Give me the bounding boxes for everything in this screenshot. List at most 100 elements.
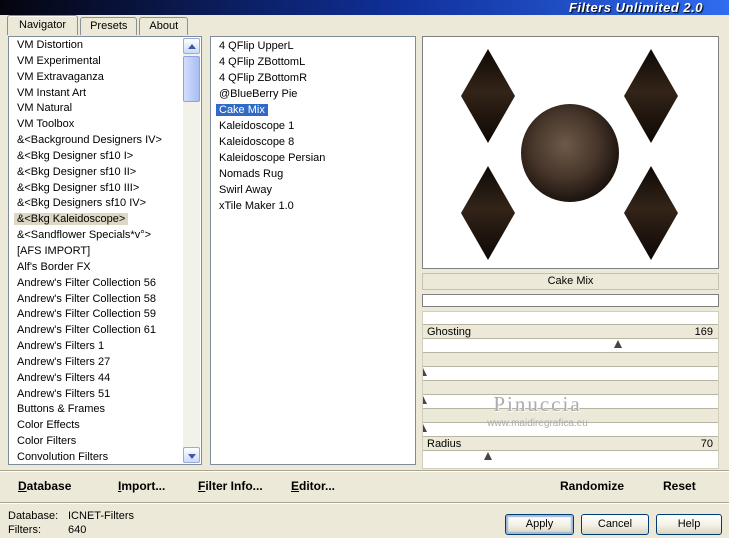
category-label: &<Background Designers IV> <box>17 134 162 147</box>
command-label: atabase <box>26 479 72 493</box>
category-list-item[interactable]: &<Bkg Designers sf10 IV> <box>10 196 183 212</box>
category-list-item[interactable]: &<Bkg Designer sf10 III> <box>10 181 183 197</box>
category-label: Andrew's Filter Collection 59 <box>17 308 157 321</box>
command-label: ilter Info... <box>205 479 263 493</box>
filter-label: @BlueBerry Pie <box>219 88 298 100</box>
category-label: Andrew's Filter Collection 61 <box>17 324 157 337</box>
filter-label: 4 QFlip ZBottomR <box>219 72 308 84</box>
category-list-item[interactable]: Convolution Filters <box>10 450 183 463</box>
param-slider-thumb[interactable] <box>423 368 427 376</box>
cancel-button[interactable]: Cancel <box>581 514 649 535</box>
status-database-value: ICNET-Filters <box>68 510 134 522</box>
scrollbar-thumb[interactable] <box>183 56 200 102</box>
param-label-bar <box>423 380 718 395</box>
filter-label: Kaleidoscope 1 <box>219 120 295 132</box>
scrollbar-down-button[interactable] <box>183 447 200 463</box>
tab-presets[interactable]: Presets <box>80 17 138 35</box>
category-list-item[interactable]: Andrew's Filters 27 <box>10 355 183 371</box>
param-slider-track[interactable] <box>423 395 718 408</box>
filter-list-item[interactable]: 4 QFlip ZBottomR <box>212 70 414 86</box>
category-list-item[interactable]: [AFS IMPORT] <box>10 244 183 260</box>
category-list-item[interactable]: VM Distortion <box>10 38 183 54</box>
category-list-item[interactable]: VM Experimental <box>10 54 183 70</box>
filter-list-item[interactable]: 4 QFlip ZBottomL <box>212 54 414 70</box>
category-list-item[interactable]: VM Toolbox <box>10 117 183 133</box>
command-label: ditor... <box>299 479 336 493</box>
category-list-item[interactable]: Andrew's Filter Collection 59 <box>10 307 183 323</box>
command-bar: Database Import... Filter Info... Editor...… <box>0 472 729 502</box>
command-item[interactable]: Database <box>18 479 71 493</box>
filter-list-item[interactable]: 4 QFlip UpperL <box>212 38 414 54</box>
category-list-item[interactable]: &<Sandflower Specials*v°> <box>10 228 183 244</box>
category-list-item[interactable]: Andrew's Filter Collection 58 <box>10 292 183 308</box>
preview-pane[interactable] <box>422 36 719 269</box>
command-label: Reset <box>663 479 696 493</box>
category-list-item[interactable]: Color Effects <box>10 418 183 434</box>
param-row: Radius 70 <box>423 436 718 464</box>
filter-list-item[interactable]: Cake Mix <box>212 102 414 118</box>
param-label-bar <box>423 352 718 367</box>
category-label: VM Instant Art <box>17 86 87 99</box>
filter-list-item[interactable]: Swirl Away <box>212 182 414 198</box>
category-label: Andrew's Filters 27 <box>17 355 111 368</box>
filter-label: xTile Maker 1.0 <box>219 200 294 212</box>
filter-list-item[interactable]: Nomads Rug <box>212 166 414 182</box>
category-listbox: VM Distortion VM Experimental VM Extrava… <box>8 36 202 465</box>
command-item[interactable]: Randomize <box>560 479 624 493</box>
filter-label: 4 QFlip ZBottomL <box>219 56 306 68</box>
parameter-panel: Ghosting 169 Radius 70 Pinuccia www.maid… <box>422 311 719 469</box>
filter-list-item[interactable]: Kaleidoscope Persian <box>212 150 414 166</box>
command-item[interactable]: Editor... <box>291 479 335 493</box>
category-list-item[interactable]: Andrew's Filters 51 <box>10 387 183 403</box>
command-item[interactable]: Reset <box>663 479 696 493</box>
filter-label: 4 QFlip UpperL <box>219 40 294 52</box>
status-database-label: Database: <box>8 510 59 522</box>
category-list-item[interactable]: VM Instant Art <box>10 86 183 102</box>
apply-button[interactable]: Apply <box>505 514 574 535</box>
command-item[interactable]: Filter Info... <box>198 479 263 493</box>
category-list-item[interactable]: VM Extravaganza <box>10 70 183 86</box>
category-list-item[interactable]: &<Bkg Designer sf10 I> <box>10 149 183 165</box>
filter-list-item[interactable]: xTile Maker 1.0 <box>212 198 414 214</box>
tab-navigator[interactable]: Navigator <box>7 15 79 35</box>
title-bar: Filters Unlimited 2.0 <box>0 0 729 15</box>
category-label: VM Natural <box>17 102 73 115</box>
help-button[interactable]: Help <box>656 514 722 535</box>
category-list-item[interactable]: VM Natural <box>10 101 183 117</box>
category-list-item[interactable]: &<Background Designers IV> <box>10 133 183 149</box>
circle-shape <box>521 104 619 202</box>
param-slider-thumb[interactable] <box>483 452 492 460</box>
filter-list-item[interactable]: Kaleidoscope 8 <box>212 134 414 150</box>
category-list-item[interactable]: Alf's Border FX <box>10 260 183 276</box>
category-list-item[interactable]: Buttons & Frames <box>10 402 183 418</box>
filter-list-item[interactable]: Kaleidoscope 1 <box>212 118 414 134</box>
category-list-item[interactable]: Andrew's Filter Collection 61 <box>10 323 183 339</box>
tab-strip: Navigator Presets About <box>7 15 190 35</box>
tab-about[interactable]: About <box>139 17 189 35</box>
param-value: 70 <box>700 438 713 450</box>
category-list-item[interactable]: &<Bkg Kaleidoscope> <box>10 212 183 228</box>
param-slider-thumb[interactable] <box>423 424 427 432</box>
param-label-bar <box>423 408 718 423</box>
param-value: 169 <box>694 326 713 338</box>
category-list-item[interactable]: Andrew's Filter Collection 56 <box>10 276 183 292</box>
category-list-item[interactable]: Color Filters <box>10 434 183 450</box>
param-slider-track[interactable] <box>423 367 718 380</box>
param-slider-thumb[interactable] <box>613 340 622 348</box>
scrollbar-track[interactable] <box>183 38 200 463</box>
command-label: mport... <box>121 479 166 493</box>
param-slider-track[interactable] <box>423 451 718 464</box>
category-list-item[interactable]: Andrew's Filters 44 <box>10 371 183 387</box>
scrollbar-up-button[interactable] <box>183 38 200 54</box>
param-slider-track[interactable] <box>423 423 718 436</box>
category-list-item[interactable]: Andrew's Filters 1 <box>10 339 183 355</box>
param-slider-thumb[interactable] <box>423 396 427 404</box>
command-item[interactable]: Import... <box>118 479 165 493</box>
filter-list-item[interactable]: @BlueBerry Pie <box>212 86 414 102</box>
filter-listbox: 4 QFlip UpperL 4 QFlip ZBottomL 4 QFlip … <box>210 36 416 465</box>
param-slider-track[interactable] <box>423 339 718 352</box>
parameter-rows: Ghosting 169 Radius 70 <box>423 324 718 464</box>
preview-image <box>423 37 718 268</box>
category-list-item[interactable]: &<Bkg Designer sf10 II> <box>10 165 183 181</box>
filter-label: Kaleidoscope Persian <box>219 152 326 164</box>
